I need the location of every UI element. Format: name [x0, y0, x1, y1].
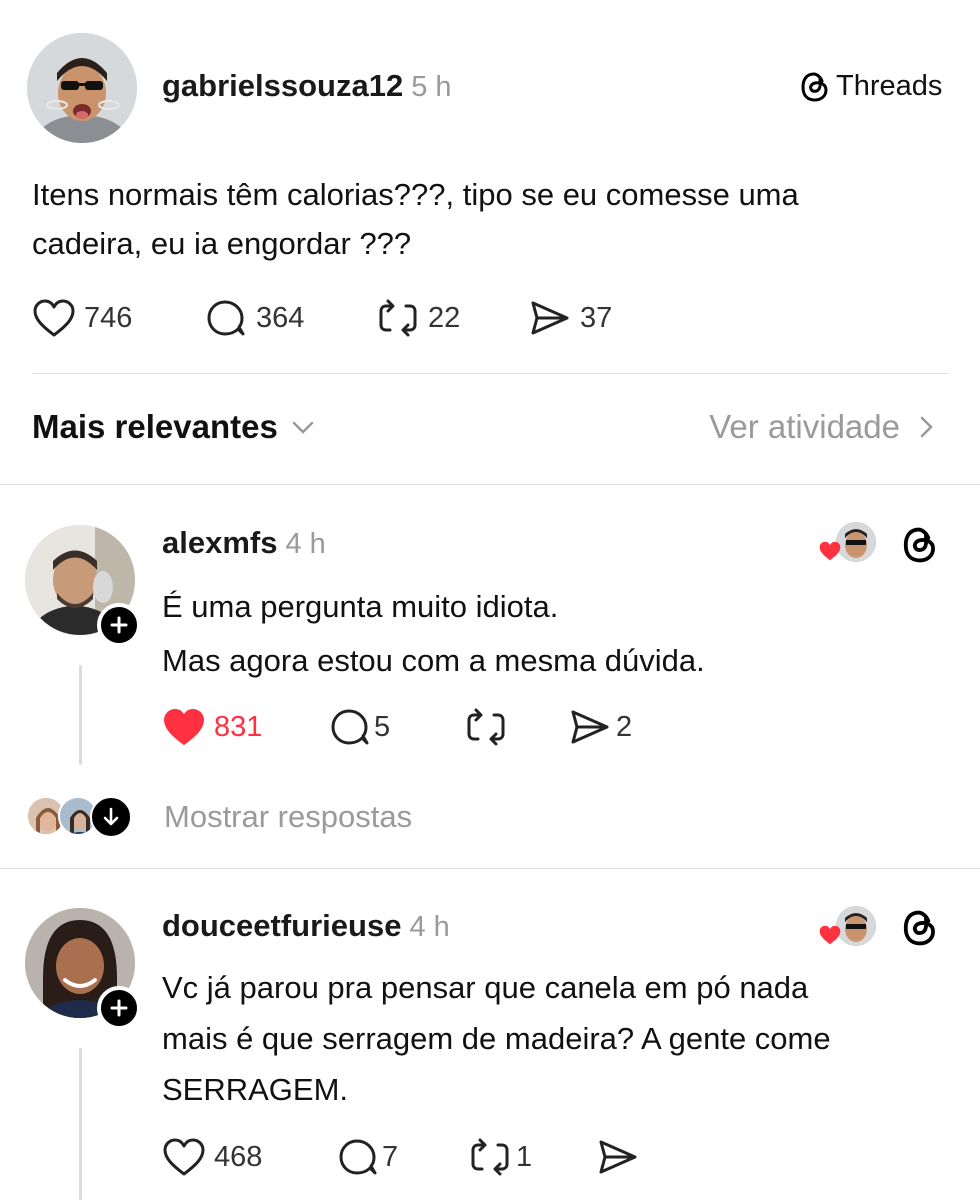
comment-text: É uma pergunta muito idiota. Mas agora e… — [162, 580, 705, 688]
view-activity-link[interactable]: Ver atividade — [709, 408, 936, 446]
comment-username[interactable]: alexmfs — [162, 525, 277, 560]
comment-time: 4 h — [285, 528, 326, 560]
comment-icon — [331, 709, 369, 745]
heart-icon — [819, 925, 841, 945]
post-repost-button[interactable]: 22 — [376, 298, 460, 338]
comment-reply-count: 7 — [382, 1140, 399, 1173]
comment-text: Vc já parou pra pensar que canela em pó … — [162, 962, 831, 1115]
comment-username[interactable]: douceetfurieuse — [162, 908, 401, 943]
comment-text-line: mais é que serragem de madeira? A gente … — [162, 1021, 831, 1056]
threads-logo-icon[interactable] — [902, 909, 938, 952]
comment-icon — [207, 300, 245, 336]
comment-share-button[interactable]: 2 — [568, 707, 632, 747]
post-like-button[interactable]: 746 — [32, 298, 132, 338]
comment-repost-button[interactable]: 1 — [468, 1137, 532, 1177]
view-activity-label: Ver atividade — [709, 408, 900, 445]
author-mini-avatar — [836, 522, 876, 562]
follow-button[interactable] — [97, 986, 141, 1030]
comment-reply-button[interactable]: 7 — [336, 1137, 398, 1177]
comment-text-line: Mas agora estou com a mesma dúvida. — [162, 643, 705, 678]
show-replies-button[interactable]: Mostrar respostas — [26, 796, 412, 838]
liked-by-author-indicator — [818, 906, 878, 948]
comment-reply-count: 5 — [374, 710, 391, 743]
plus-icon — [110, 999, 128, 1017]
arrow-down-icon — [90, 796, 132, 838]
threads-label: Threads — [836, 70, 943, 102]
section-divider — [0, 484, 980, 485]
comment-time: 4 h — [409, 911, 450, 943]
post-like-count: 746 — [84, 301, 133, 334]
comment-share-count: 2 — [616, 710, 633, 743]
comment-icon — [339, 1139, 377, 1175]
share-icon — [599, 1140, 637, 1174]
comment-like-button[interactable]: 468 — [162, 1137, 262, 1177]
liked-by-author-indicator — [818, 522, 878, 564]
repost-icon — [471, 1138, 509, 1176]
repost-icon — [467, 708, 505, 746]
post-reply-button[interactable]: 364 — [204, 298, 304, 338]
post-text-line: Itens normais têm calorias???, tipo se e… — [32, 177, 799, 212]
post-share-button[interactable]: 37 — [528, 298, 612, 338]
thread-line — [79, 665, 82, 765]
post-reply-count: 364 — [256, 301, 305, 334]
chevron-right-icon — [920, 416, 933, 438]
threads-logo-icon[interactable] — [902, 526, 938, 569]
reply-avatars — [26, 796, 134, 838]
author-avatar[interactable] — [27, 33, 137, 143]
post-header: gabrielssouza12 5 h — [162, 68, 452, 104]
comment-like-count: 831 — [214, 710, 263, 743]
post-share-count: 37 — [580, 301, 613, 334]
comment-like-button[interactable]: 831 — [162, 707, 262, 747]
share-icon — [571, 710, 609, 744]
sort-dropdown[interactable]: Mais relevantes — [32, 408, 316, 446]
post-repost-count: 22 — [428, 301, 461, 334]
author-avatar-image — [27, 33, 137, 143]
repost-icon — [379, 299, 417, 337]
share-icon — [531, 301, 569, 335]
sort-label: Mais relevantes — [32, 408, 278, 445]
comment-text-line: É uma pergunta muito idiota. — [162, 589, 559, 624]
post-text: Itens normais têm calorias???, tipo se e… — [32, 170, 799, 268]
show-replies-label: Mostrar respostas — [164, 799, 413, 834]
comment-repost-count: 1 — [516, 1140, 533, 1173]
comment-header: alexmfs 4 h — [162, 525, 326, 561]
post-time: 5 h — [411, 71, 452, 103]
heart-icon — [33, 299, 75, 337]
comment-divider — [0, 868, 980, 869]
author-mini-avatar — [836, 906, 876, 946]
threads-logo-icon — [801, 71, 828, 102]
heart-icon — [819, 541, 841, 561]
comment-header: douceetfurieuse 4 h — [162, 908, 450, 944]
post-divider — [32, 373, 948, 374]
plus-icon — [110, 616, 128, 634]
comment-reply-button[interactable]: 5 — [328, 707, 390, 747]
post-text-line: cadeira, eu ia engordar ??? — [32, 226, 412, 261]
chevron-down-icon — [292, 421, 314, 434]
comment-repost-button[interactable] — [464, 707, 508, 747]
comment-share-button[interactable] — [596, 1137, 640, 1177]
thread-line — [79, 1048, 82, 1200]
heart-icon — [164, 709, 204, 745]
threads-brand[interactable]: Threads — [800, 70, 942, 103]
comment-text-line: SERRAGEM. — [162, 1072, 349, 1107]
comment-text-line: Vc já parou pra pensar que canela em pó … — [162, 970, 809, 1005]
follow-button[interactable] — [97, 603, 141, 647]
post-username[interactable]: gabrielssouza12 — [162, 68, 403, 103]
comment-like-count: 468 — [214, 1140, 263, 1173]
heart-icon — [163, 1138, 205, 1176]
